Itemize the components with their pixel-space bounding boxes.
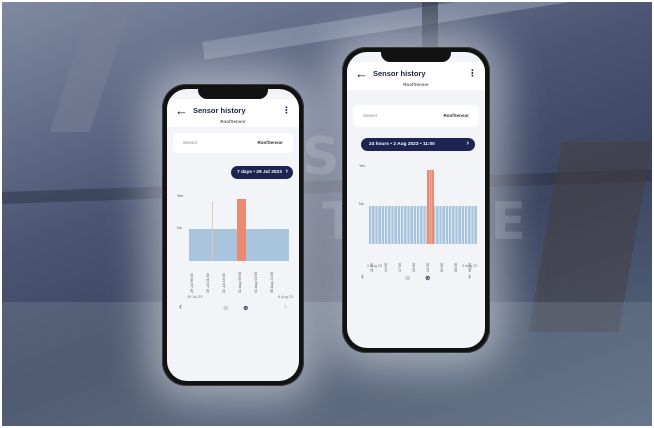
more-menu-icon[interactable]: ⋮	[468, 68, 477, 79]
bar-series-base	[369, 206, 477, 244]
phone-right-screen: ← Sensor history ⋮ RoofSensor Sensor Roo…	[347, 52, 485, 348]
sensor-row[interactable]: Sensor RoofSensor	[173, 133, 293, 153]
back-arrow-icon[interactable]: ←	[175, 103, 188, 119]
bar-highlight	[237, 199, 246, 261]
y-label-no: No	[359, 202, 364, 206]
zoom-in-icon[interactable]: ⊕	[243, 304, 248, 312]
x-label: 20:00	[412, 263, 416, 272]
page-subtitle: RoofSensor	[403, 82, 429, 87]
x-label: 31 Jul 15:00	[222, 273, 226, 293]
range-end-label: 6 Aug 23	[278, 295, 293, 299]
app-header: ← Sensor history ⋮ RoofSensor	[167, 99, 299, 127]
range-start-label: 2 Aug 23	[367, 264, 382, 268]
prev-arrow-icon[interactable]: ‹	[179, 301, 182, 311]
phone-left: ← Sensor history ⋮ RoofSensor Sensor Roo…	[162, 84, 304, 386]
chevron-right-icon: ›	[466, 140, 469, 147]
history-chart: Yes No 29 Jul 06:00 30 Jul 21:00 31 Jul …	[167, 189, 299, 304]
x-label: 30 Jul 21:00	[206, 273, 210, 293]
page-title: Sensor history	[373, 69, 426, 78]
chevron-right-icon: ›	[285, 168, 288, 175]
history-chart: Yes No 11:00 14:00 17:00 20:00 23:00 02:…	[347, 160, 485, 272]
range-text: 24 hours • 2 Aug 2023 • 11:00	[369, 142, 435, 147]
background-photo: SPEC TABLE ← Sensor history ⋮ RoofSensor…	[2, 2, 652, 426]
next-arrow-icon[interactable]: ›	[284, 301, 287, 311]
x-label: 05:00	[454, 263, 458, 272]
sensor-label: Sensor	[183, 140, 198, 145]
phone-right: ← Sensor history ⋮ RoofSensor Sensor Roo…	[342, 47, 490, 353]
range-start-label: 29 Jul 23	[187, 295, 203, 299]
notch	[198, 89, 268, 99]
y-label-yes: Yes	[359, 164, 366, 168]
next-arrow-icon[interactable]: ›	[468, 271, 471, 281]
floor	[2, 302, 652, 426]
zoom-out-icon[interactable]: ⊖	[223, 304, 228, 312]
x-label: 04 Aug 03:00	[254, 271, 258, 293]
tick-mark	[212, 202, 213, 261]
x-label: 14:00	[384, 263, 388, 272]
range-pill[interactable]: 24 hours • 2 Aug 2023 • 11:00 ›	[361, 138, 475, 151]
x-label: 29 Jul 06:00	[190, 273, 194, 293]
page-subtitle: RoofSensor	[220, 119, 246, 124]
sensor-label: Sensor	[363, 113, 378, 118]
x-label: 02 Aug 09:00	[238, 271, 242, 293]
sensor-row[interactable]: Sensor RoofSensor	[353, 105, 479, 127]
y-label-no: No	[177, 226, 182, 230]
zoom-in-icon[interactable]: ⊕	[425, 274, 430, 282]
page-title: Sensor history	[193, 106, 246, 115]
range-pill[interactable]: 7 days • 29 Jul 2023 ›	[231, 166, 293, 179]
zoom-out-icon[interactable]: ⊖	[405, 274, 410, 282]
beam-left	[49, 2, 133, 132]
notch	[381, 52, 451, 62]
back-arrow-icon[interactable]: ←	[355, 66, 368, 82]
phone-left-screen: ← Sensor history ⋮ RoofSensor Sensor Roo…	[167, 89, 299, 381]
app-header: ← Sensor history ⋮ RoofSensor	[347, 62, 485, 90]
sensor-value: RoofSensor	[443, 113, 469, 118]
range-text: 7 days • 29 Jul 2023	[237, 170, 282, 175]
more-menu-icon[interactable]: ⋮	[282, 105, 291, 116]
x-label: 23:00	[426, 263, 430, 272]
prev-arrow-icon[interactable]: ‹	[361, 271, 364, 281]
range-end-label: 3 Aug 23	[462, 264, 477, 268]
sensor-value: RoofSensor	[257, 140, 283, 145]
x-label: 17:00	[398, 263, 402, 272]
bar-highlight	[427, 170, 434, 244]
x-label: 02:00	[440, 263, 444, 272]
y-label-yes: Yes	[177, 194, 184, 198]
x-label: 05 Aug 21:00	[270, 271, 274, 293]
